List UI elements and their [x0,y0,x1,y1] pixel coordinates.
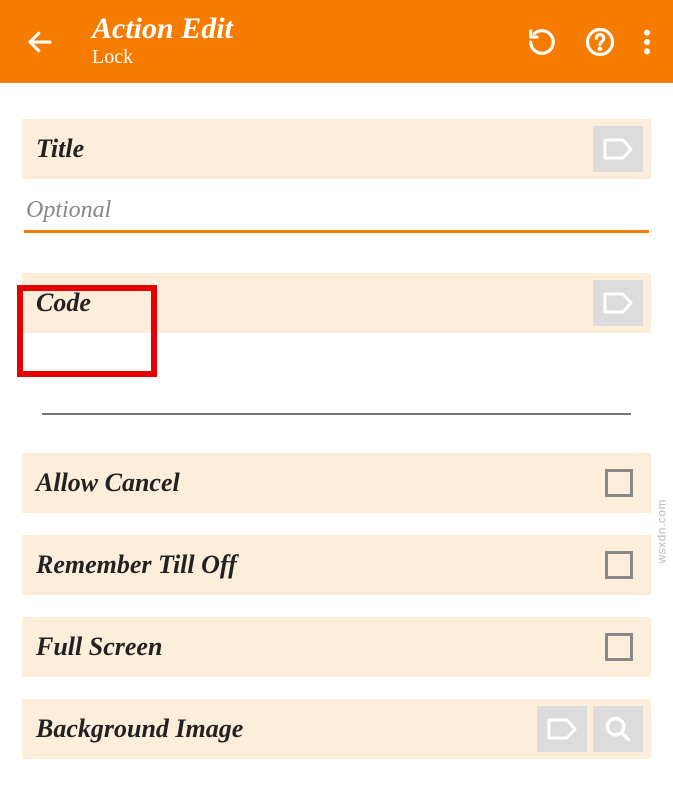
fullscreen-row[interactable]: Full Screen [22,617,651,677]
appbar-titles: Action Edit Lock [62,14,527,69]
code-label: Code [36,288,587,318]
title-label: Title [36,134,587,164]
title-tag-button[interactable] [593,126,643,172]
help-icon [585,27,615,57]
code-input-line[interactable] [42,381,631,415]
app-bar: Action Edit Lock [0,0,673,83]
allow-cancel-label: Allow Cancel [36,468,605,498]
search-icon [604,715,632,743]
bgimage-tag-button[interactable] [537,706,587,752]
page-title: Action Edit [92,14,527,44]
remember-checkbox[interactable] [605,551,633,579]
code-row[interactable]: Code [22,273,651,333]
code-tag-button[interactable] [593,280,643,326]
remember-row[interactable]: Remember Till Off [22,535,651,595]
remember-label: Remember Till Off [36,550,605,580]
allow-cancel-row[interactable]: Allow Cancel [22,453,651,513]
title-row[interactable]: Title [22,119,651,179]
undo-button[interactable] [527,27,557,57]
title-input[interactable] [26,197,649,224]
undo-icon [527,27,557,57]
page-subtitle: Lock [92,46,527,69]
title-input-row[interactable] [24,197,649,233]
tag-icon [603,137,633,161]
more-button[interactable] [643,28,651,56]
watermark: wsxdn.com [655,499,669,564]
arrow-left-icon [25,27,55,57]
bgimage-row[interactable]: Background Image [22,699,651,759]
tag-icon [603,291,633,315]
more-vert-icon [643,28,651,56]
appbar-actions [527,27,659,57]
help-button[interactable] [585,27,615,57]
fullscreen-checkbox[interactable] [605,633,633,661]
allow-cancel-checkbox[interactable] [605,469,633,497]
back-button[interactable] [18,27,62,57]
content-area: Title Code Allow Cancel Remember Till Of… [0,119,673,759]
bgimage-label: Background Image [36,714,531,744]
fullscreen-label: Full Screen [36,632,605,662]
tag-icon [547,717,577,741]
bgimage-search-button[interactable] [593,706,643,752]
